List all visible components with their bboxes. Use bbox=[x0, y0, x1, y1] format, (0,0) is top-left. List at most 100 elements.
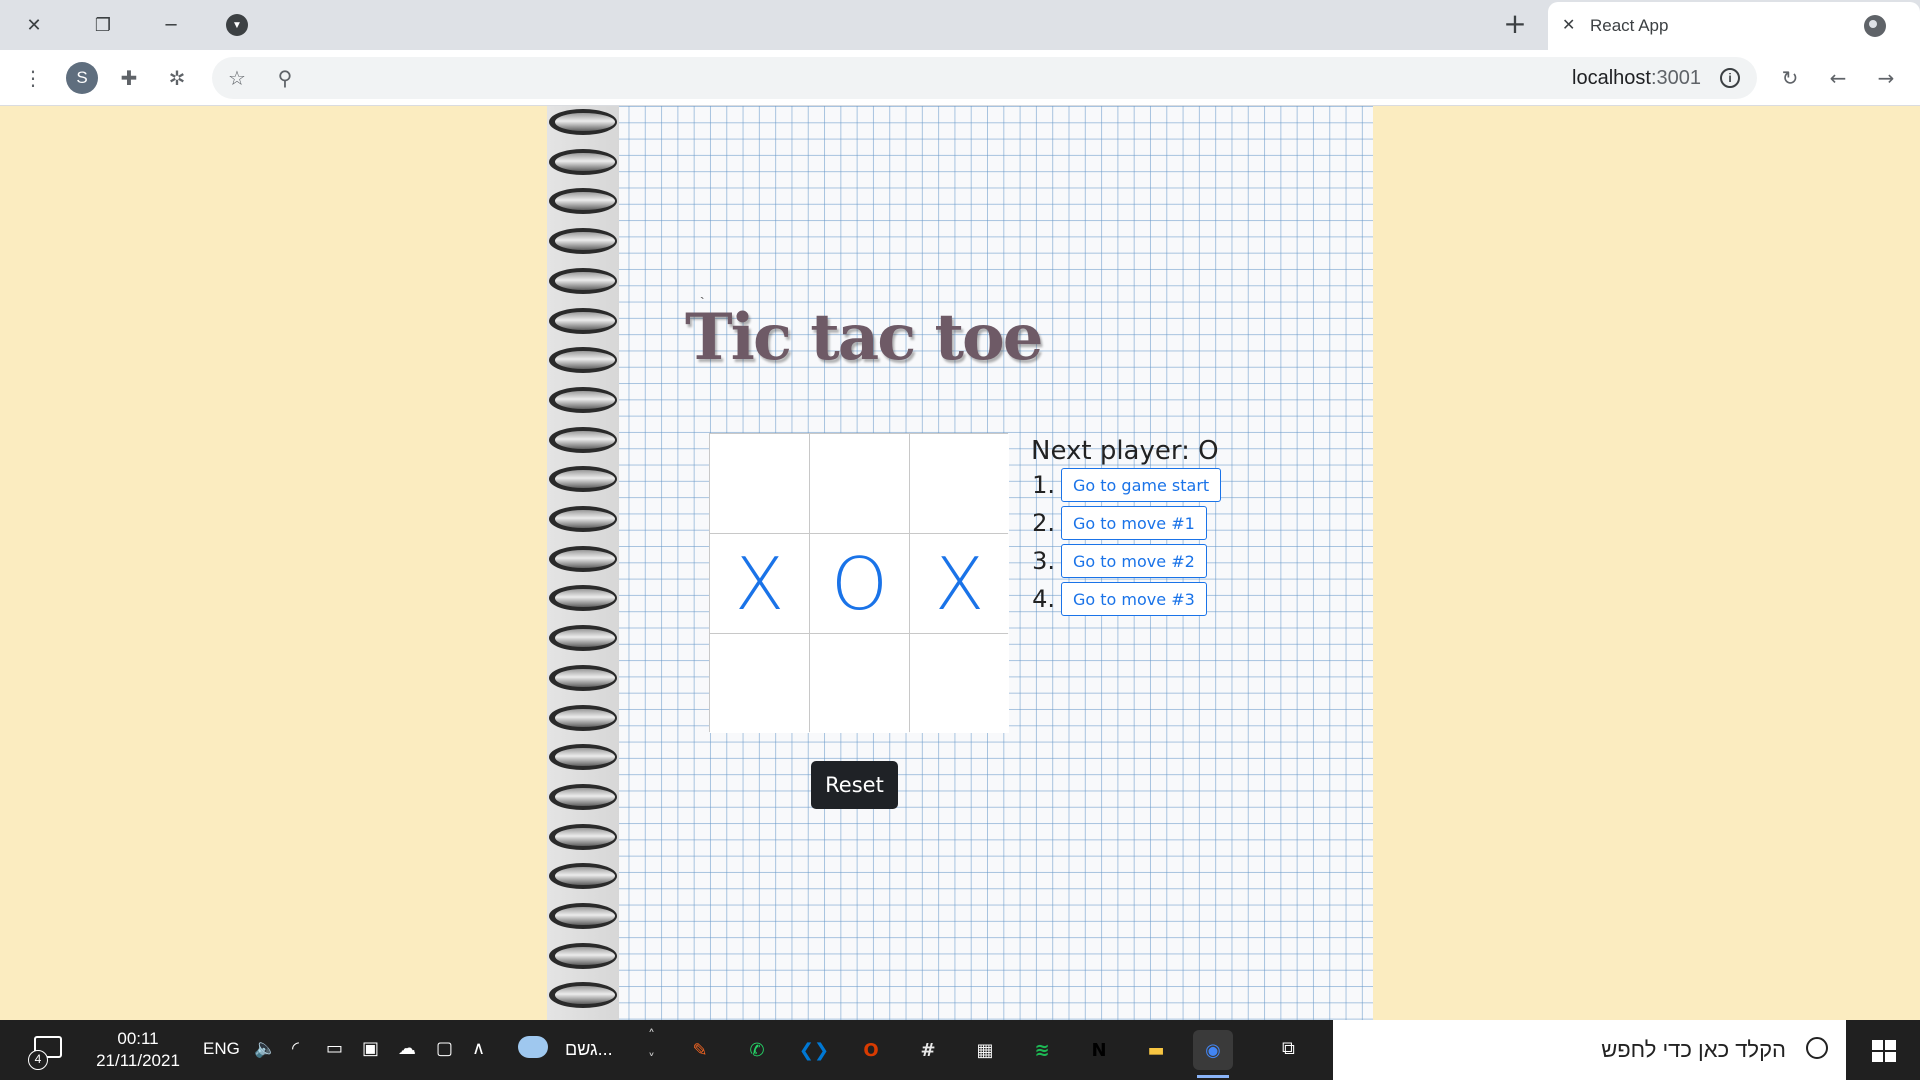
bug-extension-icon[interactable]: ✲ bbox=[162, 63, 192, 93]
battery-icon[interactable]: ▭ bbox=[326, 1038, 343, 1059]
vscode-icon[interactable]: ❮❯ bbox=[794, 1030, 834, 1070]
display-icon[interactable]: ▣ bbox=[362, 1038, 379, 1059]
url-host: localhost bbox=[1572, 67, 1651, 89]
spiral-ring bbox=[549, 228, 617, 255]
url-text[interactable]: localhost:3001 bbox=[1572, 67, 1701, 90]
spiral-ring bbox=[549, 307, 617, 334]
globe-icon bbox=[1864, 15, 1886, 37]
slack-icon[interactable]: # bbox=[908, 1030, 948, 1070]
notification-count-badge: 4 bbox=[28, 1050, 48, 1070]
board-cell[interactable]: X bbox=[710, 534, 809, 633]
forward-icon[interactable]: → bbox=[1871, 63, 1901, 93]
spiral-ring bbox=[549, 982, 617, 1009]
zoom-search-icon[interactable]: ⚲ bbox=[270, 63, 300, 93]
spiral-ring bbox=[549, 704, 617, 731]
spiral-ring bbox=[549, 386, 617, 413]
url-port: :3001 bbox=[1650, 67, 1701, 89]
move-history-item: 3. Go to move #2 bbox=[1031, 542, 1221, 580]
search-placeholder: הקלד כאן כדי לחפש bbox=[1601, 1037, 1786, 1062]
reset-button[interactable]: Reset bbox=[811, 761, 898, 809]
move-history-item: 1. Go to game start bbox=[1031, 466, 1222, 504]
board-cell[interactable] bbox=[710, 434, 809, 533]
active-app-indicator bbox=[1197, 1075, 1229, 1078]
spiral-ring bbox=[549, 466, 617, 493]
pen-app-icon[interactable]: ✎ bbox=[680, 1030, 720, 1070]
wifi-icon[interactable]: ◜ bbox=[292, 1038, 299, 1059]
weather-text[interactable]: גשם... bbox=[565, 1039, 613, 1060]
volume-icon[interactable]: 🔈 bbox=[254, 1038, 276, 1059]
board-cell[interactable]: X bbox=[910, 534, 1009, 633]
chrome-icon[interactable]: ◉ bbox=[1193, 1030, 1233, 1078]
game-board: XOX bbox=[709, 433, 1009, 733]
netflix-icon[interactable]: N bbox=[1079, 1030, 1119, 1070]
spiral-ring bbox=[549, 664, 617, 691]
windows-taskbar: 4 00:11 21/11/2021 ENG 🔈 ◜ ▭ ▣ ☁ ▢ ∧ גשם… bbox=[0, 1020, 1920, 1080]
move-number: 2. bbox=[1032, 509, 1055, 537]
clock-date: 21/11/2021 bbox=[96, 1051, 180, 1070]
site-info-icon[interactable]: i bbox=[1720, 68, 1740, 88]
tab-react-app[interactable]: ✕ React App bbox=[1548, 2, 1920, 50]
move-number: 4. bbox=[1032, 585, 1055, 613]
onedrive-icon[interactable]: ☁ bbox=[398, 1038, 416, 1059]
board-cell[interactable] bbox=[910, 434, 1009, 533]
office-icon[interactable]: O bbox=[851, 1030, 891, 1070]
back-icon[interactable]: ← bbox=[1823, 63, 1853, 93]
store-icon[interactable]: ▦ bbox=[965, 1030, 1005, 1070]
board-cell[interactable] bbox=[710, 634, 809, 733]
input-language[interactable]: ENG bbox=[203, 1039, 240, 1059]
spiral-ring bbox=[549, 585, 617, 612]
page-title: Tic tac toe bbox=[685, 300, 1043, 375]
spiral-ring bbox=[549, 506, 617, 532]
spiral-ring bbox=[549, 823, 617, 850]
menu-icon[interactable]: ⋮ bbox=[18, 63, 48, 93]
go-to-move-button[interactable]: Go to move #3 bbox=[1061, 582, 1207, 616]
new-tab-icon[interactable]: + bbox=[1500, 10, 1530, 40]
bookmark-star-icon[interactable]: ☆ bbox=[222, 63, 252, 93]
spiral-binding bbox=[547, 106, 619, 1020]
close-icon[interactable]: ✕ bbox=[11, 10, 57, 40]
board-cell[interactable]: O bbox=[810, 534, 909, 633]
spiral-ring bbox=[549, 545, 617, 572]
meet-icon[interactable]: ▢ bbox=[436, 1038, 453, 1059]
address-bar[interactable]: ☆ ⚲ localhost:3001 i bbox=[212, 57, 1757, 99]
taskbar-search[interactable]: הקלד כאן כדי לחפש bbox=[1333, 1020, 1846, 1080]
browser-toolbar: ⋮ S ✚ ✲ ☆ ⚲ localhost:3001 i ↻ ← → bbox=[0, 50, 1920, 106]
tray-overflow-icon[interactable]: ∧ bbox=[472, 1038, 485, 1059]
spiral-ring bbox=[549, 109, 617, 135]
move-history-item: 4. Go to move #3 bbox=[1031, 580, 1221, 618]
tab-title: React App bbox=[1590, 16, 1669, 35]
restore-icon[interactable]: ❐ bbox=[80, 10, 126, 40]
spiral-ring bbox=[549, 188, 617, 215]
spiral-ring bbox=[549, 426, 617, 453]
spiral-ring bbox=[549, 625, 617, 652]
task-view-icon[interactable]: ⧉ bbox=[1282, 1038, 1295, 1059]
board-cell[interactable] bbox=[810, 434, 909, 533]
extensions-icon[interactable]: ✚ bbox=[114, 63, 144, 93]
spiral-ring bbox=[549, 903, 617, 929]
whatsapp-icon[interactable]: ✆ bbox=[737, 1030, 777, 1070]
go-to-move-button[interactable]: Go to move #1 bbox=[1061, 506, 1207, 540]
spiral-ring bbox=[549, 783, 617, 810]
spiral-ring bbox=[549, 744, 617, 771]
move-history-item: 2. Go to move #1 bbox=[1031, 504, 1221, 542]
taskbar-scroll-chevron-icon[interactable]: ˄ ˅ bbox=[648, 1024, 655, 1072]
profile-avatar[interactable]: S bbox=[66, 62, 98, 94]
weather-cloud-icon[interactable] bbox=[518, 1036, 548, 1058]
go-to-move-button[interactable]: Go to game start bbox=[1061, 468, 1222, 502]
go-to-move-button[interactable]: Go to move #2 bbox=[1061, 544, 1207, 578]
move-history-list: 1. Go to game start 2. Go to move #1 3. Go to… bbox=[1031, 466, 1222, 618]
tab-search-icon[interactable]: ▼ bbox=[226, 14, 248, 36]
spiral-ring bbox=[549, 863, 617, 890]
reload-icon[interactable]: ↻ bbox=[1775, 63, 1805, 93]
board-cell[interactable] bbox=[810, 634, 909, 733]
clock-time: 00:11 bbox=[117, 1029, 159, 1048]
board-cell[interactable] bbox=[910, 634, 1009, 733]
spiral-ring bbox=[549, 942, 617, 969]
search-icon bbox=[1806, 1037, 1828, 1059]
tab-close-icon[interactable]: ✕ bbox=[1562, 15, 1575, 34]
system-clock[interactable]: 00:11 21/11/2021 bbox=[88, 1028, 188, 1072]
spotify-icon[interactable]: ≋ bbox=[1022, 1030, 1062, 1070]
minimize-icon[interactable]: ─ bbox=[148, 10, 194, 40]
file-explorer-icon[interactable]: ▬ bbox=[1136, 1030, 1176, 1070]
windows-start-icon[interactable] bbox=[1872, 1040, 1896, 1062]
